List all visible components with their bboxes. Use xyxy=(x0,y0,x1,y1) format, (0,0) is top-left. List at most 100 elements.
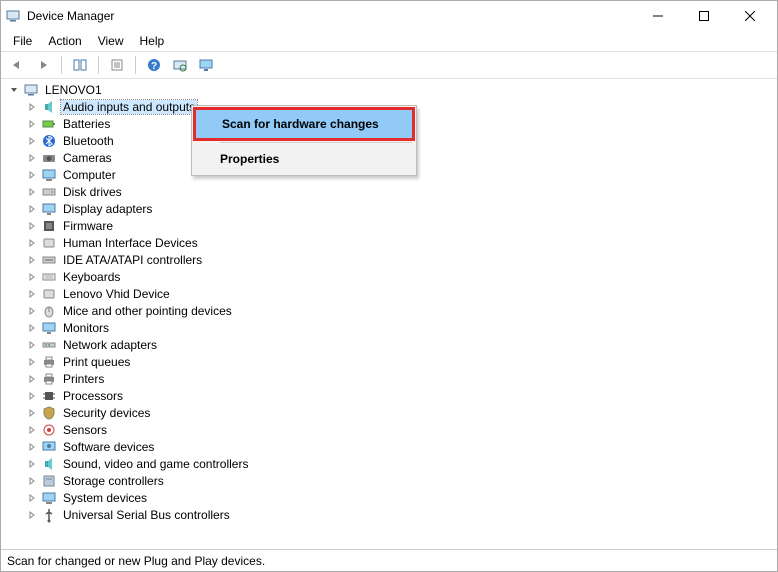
tree-root-label: LENOVO1 xyxy=(43,83,104,97)
tree-item-label: Keyboards xyxy=(61,270,122,284)
chevron-right-icon[interactable] xyxy=(25,321,39,335)
tree-item[interactable]: Disk drives xyxy=(1,183,777,200)
chevron-right-icon[interactable] xyxy=(25,355,39,369)
tree-item-label: Print queues xyxy=(61,355,132,369)
tree-item-label: Display adapters xyxy=(61,202,154,216)
chevron-right-icon[interactable] xyxy=(25,134,39,148)
tree-item[interactable]: Storage controllers xyxy=(1,472,777,489)
chevron-right-icon[interactable] xyxy=(25,287,39,301)
storage-icon xyxy=(41,473,57,489)
chevron-right-icon[interactable] xyxy=(25,457,39,471)
tree-item[interactable]: Monitors xyxy=(1,319,777,336)
usb-icon xyxy=(41,507,57,523)
chevron-right-icon[interactable] xyxy=(25,185,39,199)
chevron-right-icon[interactable] xyxy=(25,253,39,267)
toolbar: ? xyxy=(1,51,777,79)
help-button[interactable]: ? xyxy=(142,54,166,76)
battery-icon xyxy=(41,116,57,132)
tree-item[interactable]: Universal Serial Bus controllers xyxy=(1,506,777,523)
chevron-right-icon[interactable] xyxy=(25,440,39,454)
tree-item-label: Universal Serial Bus controllers xyxy=(61,508,232,522)
tree-item[interactable]: System devices xyxy=(1,489,777,506)
tree-item[interactable]: Human Interface Devices xyxy=(1,234,777,251)
forward-button[interactable] xyxy=(31,54,55,76)
show-hide-console-button[interactable] xyxy=(68,54,92,76)
tree-item-label: Computer xyxy=(61,168,118,182)
chevron-right-icon[interactable] xyxy=(25,236,39,250)
tree-item-label: Sensors xyxy=(61,423,109,437)
printer-icon xyxy=(41,371,57,387)
tree-item[interactable]: Printers xyxy=(1,370,777,387)
menu-file[interactable]: File xyxy=(5,32,40,50)
tree-item[interactable]: Network adapters xyxy=(1,336,777,353)
tree-item-label: Network adapters xyxy=(61,338,159,352)
chevron-right-icon[interactable] xyxy=(25,508,39,522)
camera-icon xyxy=(41,150,57,166)
tree-item-label: Security devices xyxy=(61,406,152,420)
chevron-right-icon[interactable] xyxy=(25,219,39,233)
tree-item[interactable]: Keyboards xyxy=(1,268,777,285)
tree-item-label: Cameras xyxy=(61,151,114,165)
chevron-right-icon[interactable] xyxy=(25,151,39,165)
chevron-right-icon[interactable] xyxy=(25,168,39,182)
tree-item[interactable]: Print queues xyxy=(1,353,777,370)
tree-item[interactable]: Software devices xyxy=(1,438,777,455)
computer-icon xyxy=(41,167,57,183)
disk-icon xyxy=(41,184,57,200)
chevron-down-icon[interactable] xyxy=(7,83,21,97)
tree-item[interactable]: Mice and other pointing devices xyxy=(1,302,777,319)
menu-action[interactable]: Action xyxy=(40,32,89,50)
app-icon xyxy=(5,8,21,24)
chevron-right-icon[interactable] xyxy=(25,389,39,403)
tree-item[interactable]: Display adapters xyxy=(1,200,777,217)
highlight-annotation: Scan for hardware changes xyxy=(193,107,415,141)
chevron-right-icon[interactable] xyxy=(25,338,39,352)
context-scan-hardware[interactable]: Scan for hardware changes xyxy=(196,110,412,138)
chevron-right-icon[interactable] xyxy=(25,474,39,488)
bluetooth-icon xyxy=(41,133,57,149)
window-title: Device Manager xyxy=(27,9,635,23)
chevron-right-icon[interactable] xyxy=(25,304,39,318)
tree-item-label: Firmware xyxy=(61,219,115,233)
chevron-right-icon[interactable] xyxy=(25,491,39,505)
tree-item-label: System devices xyxy=(61,491,149,505)
tree-item[interactable]: Sensors xyxy=(1,421,777,438)
network-icon xyxy=(41,337,57,353)
close-button[interactable] xyxy=(727,1,773,31)
tree-item-label: Printers xyxy=(61,372,106,386)
menubar: File Action View Help xyxy=(1,31,777,51)
tree-item-label: Batteries xyxy=(61,117,112,131)
chevron-right-icon[interactable] xyxy=(25,117,39,131)
chevron-right-icon[interactable] xyxy=(25,423,39,437)
hid-icon xyxy=(41,286,57,302)
printer-icon xyxy=(41,354,57,370)
tree-root[interactable]: LENOVO1 xyxy=(1,81,777,98)
chevron-right-icon[interactable] xyxy=(25,372,39,386)
computer-icon xyxy=(23,82,39,98)
properties-button[interactable] xyxy=(105,54,129,76)
svg-text:?: ? xyxy=(151,61,157,72)
toolbar-separator xyxy=(61,56,62,74)
tree-item-label: IDE ATA/ATAPI controllers xyxy=(61,253,204,267)
tree-item[interactable]: IDE ATA/ATAPI controllers xyxy=(1,251,777,268)
scan-hardware-button[interactable] xyxy=(168,54,192,76)
maximize-button[interactable] xyxy=(681,1,727,31)
context-properties[interactable]: Properties xyxy=(194,145,414,173)
tree-item-label: Disk drives xyxy=(61,185,124,199)
status-text: Scan for changed or new Plug and Play de… xyxy=(7,554,265,568)
back-button[interactable] xyxy=(5,54,29,76)
minimize-button[interactable] xyxy=(635,1,681,31)
tree-item[interactable]: Processors xyxy=(1,387,777,404)
chevron-right-icon[interactable] xyxy=(25,202,39,216)
tree-item[interactable]: Lenovo Vhid Device xyxy=(1,285,777,302)
tree-item[interactable]: Security devices xyxy=(1,404,777,421)
chevron-right-icon[interactable] xyxy=(25,100,39,114)
menu-view[interactable]: View xyxy=(90,32,132,50)
tree-item[interactable]: Firmware xyxy=(1,217,777,234)
chevron-right-icon[interactable] xyxy=(25,406,39,420)
chevron-right-icon[interactable] xyxy=(25,270,39,284)
menu-help[interactable]: Help xyxy=(132,32,173,50)
display-button[interactable] xyxy=(194,54,218,76)
tree-item[interactable]: Sound, video and game controllers xyxy=(1,455,777,472)
firmware-icon xyxy=(41,218,57,234)
